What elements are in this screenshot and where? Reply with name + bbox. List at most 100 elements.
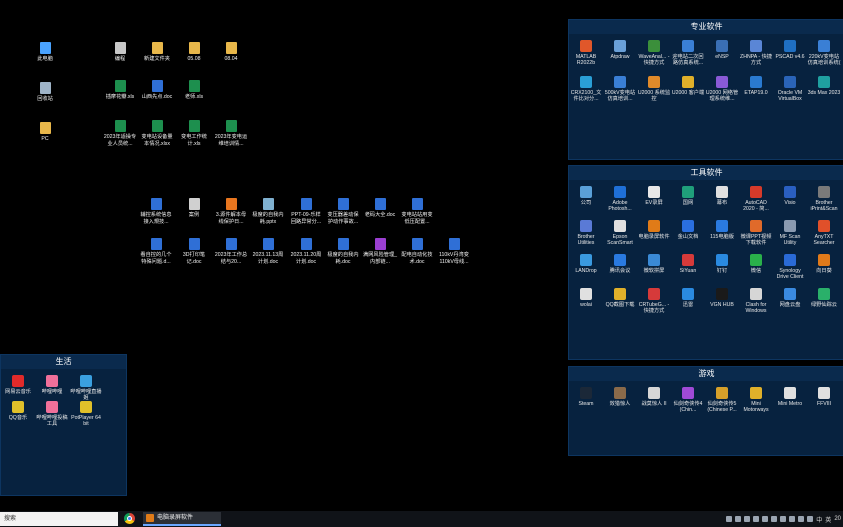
- fence-item[interactable]: 向日葵: [807, 254, 841, 274]
- fence-item[interactable]: EV录屏: [637, 186, 671, 206]
- fence-item[interactable]: QQ音乐: [1, 401, 35, 421]
- desktop-icon[interactable]: 满网风险管理_内部链...: [363, 238, 397, 265]
- fence-item[interactable]: Oracle VM VirtualBox: [773, 76, 807, 103]
- fence-item[interactable]: Brother iPrint&Scan: [807, 186, 841, 213]
- fence-item[interactable]: Brother Utilities: [569, 220, 603, 247]
- desktop-icon[interactable]: 2023年工作总结与20...: [214, 238, 248, 265]
- fence-item[interactable]: VGN HUB: [705, 288, 739, 308]
- desktop-icon[interactable]: 05.08: [177, 42, 211, 63]
- fence-item[interactable]: WaveAnal... - 快捷方式: [637, 40, 671, 67]
- fence-item[interactable]: 哔哩哔哩投稿工具: [35, 401, 69, 428]
- fence-item[interactable]: 钉钉: [705, 254, 739, 274]
- fence-item[interactable]: Visio: [773, 186, 807, 206]
- fence-item[interactable]: Synology Drive Client: [773, 254, 807, 281]
- desktop-icon[interactable]: 08.04: [214, 42, 248, 63]
- fence-item[interactable]: 微软拼屏: [637, 254, 671, 274]
- volume-icon[interactable]: [807, 516, 814, 522]
- desktop-icon[interactable]: 看自控的几个特殊问题.d...: [139, 238, 173, 265]
- desktop-icon[interactable]: 回收站: [28, 82, 62, 103]
- fence-item[interactable]: 3ds Max 2023: [807, 76, 841, 96]
- fence-item[interactable]: SiYuan: [671, 254, 705, 274]
- fence-item[interactable]: ZHNPA - 快捷方式: [739, 40, 773, 67]
- desktop-icon[interactable]: PC: [28, 122, 62, 143]
- fence-item[interactable]: MATLAB R2022b: [569, 40, 603, 67]
- desktop-icon[interactable]: 老码大全.doc: [363, 198, 397, 219]
- fence-item[interactable]: 微课PPT视频下载软件: [739, 220, 773, 247]
- tray-app-icon[interactable]: [762, 516, 769, 522]
- desktop-icon[interactable]: 变电工作统计.xls: [177, 120, 211, 147]
- desktop-icon[interactable]: 案例: [177, 198, 211, 219]
- taskbar-app-recorder[interactable]: 电脑录屏软件: [143, 512, 221, 526]
- fence-item[interactable]: 战莫惊人 II: [637, 387, 671, 407]
- fence-item[interactable]: Adobe Photosh...: [603, 186, 637, 213]
- fence-item[interactable]: 效猎惊人: [603, 387, 637, 407]
- fence-item[interactable]: MF Scan Utility: [773, 220, 807, 247]
- fence-item[interactable]: 500kV变电站仿真培训...: [603, 76, 637, 103]
- desktop-icon[interactable]: 插摩花瓣.xls: [103, 80, 137, 101]
- fence-item[interactable]: 仙剑奇侠传4 (Chin...: [671, 387, 705, 414]
- fence-item[interactable]: eNSP: [705, 40, 739, 60]
- tray-app-icon[interactable]: [780, 516, 787, 522]
- desktop-icon[interactable]: 山西先点.doc: [140, 80, 174, 101]
- taskbar-search-box[interactable]: 搜索: [0, 512, 118, 526]
- desktop-icon[interactable]: 此电脑: [28, 42, 62, 63]
- fence-item[interactable]: Epson ScanSmart: [603, 220, 637, 247]
- fence-item[interactable]: U2000 系统监控: [637, 76, 671, 103]
- desktop-icon[interactable]: 新建文件夹: [140, 42, 174, 63]
- tray-app-icon[interactable]: [789, 516, 796, 522]
- fence-item[interactable]: 115电脑版: [705, 220, 739, 240]
- fence-item[interactable]: AutoCAD 2020 - 简...: [739, 186, 773, 213]
- fence-item[interactable]: ETAP19.0: [739, 76, 773, 96]
- desktop-icon[interactable]: 110kV丹湾变110kV母线...: [437, 238, 471, 265]
- clock[interactable]: 20: [834, 516, 841, 522]
- wifi-icon[interactable]: [798, 516, 805, 522]
- fence-item[interactable]: LANDrop: [569, 254, 603, 274]
- desktop-icon[interactable]: 辅控系统信息接入規技...: [139, 198, 173, 225]
- fence-item[interactable]: 220kV变电站仿真培训系统(: [807, 40, 841, 67]
- fence-item[interactable]: U2000 网络管理系统维...: [705, 76, 739, 103]
- fence-item[interactable]: 仙剑奇侠传5 (Chinese P...: [705, 387, 739, 414]
- fence-item[interactable]: PSCAD v4.6: [773, 40, 807, 60]
- fence-item[interactable]: CRTubeG... - 快捷方式: [637, 288, 671, 315]
- desktop-icon[interactable]: 极度的自我内耗.doc: [326, 238, 360, 265]
- fence-item[interactable]: PotPlayer 64 bit: [69, 401, 103, 428]
- fence-item[interactable]: 微信: [739, 254, 773, 274]
- tray-app-icon[interactable]: [726, 516, 733, 522]
- desktop-icon[interactable]: 配电自动化技术.doc: [400, 238, 434, 265]
- fence-item[interactable]: 绿野仙踪云: [807, 288, 841, 308]
- fence-item[interactable]: AnyTXT Searcher: [807, 220, 841, 247]
- tray-app-icon[interactable]: [735, 516, 742, 522]
- fence-item[interactable]: Steam: [569, 387, 603, 407]
- fence-item[interactable]: 公司: [569, 186, 603, 206]
- tray-app-icon[interactable]: [771, 516, 778, 522]
- fence-item[interactable]: Clash for Windows: [739, 288, 773, 315]
- input-language[interactable]: 中: [816, 515, 822, 524]
- fence-item[interactable]: 哔哩哔哩直播姬: [69, 375, 103, 402]
- desktop-icon[interactable]: 极度的自我内耗.pptx: [251, 198, 285, 225]
- fence-item[interactable]: 幕布: [705, 186, 739, 206]
- desktop-icon[interactable]: 2023.11.13周计划.doc: [251, 238, 285, 265]
- fence-item[interactable]: 国网: [671, 186, 705, 206]
- fence-item[interactable]: wolai: [569, 288, 603, 308]
- fence-item[interactable]: 金山文档: [671, 220, 705, 240]
- fence-item[interactable]: FFVIII: [807, 387, 841, 407]
- tray-app-icon[interactable]: [753, 516, 760, 522]
- input-method[interactable]: 英: [825, 515, 831, 524]
- desktop-icon[interactable]: 编程: [103, 42, 137, 63]
- fence-item[interactable]: 哔哩哔哩: [35, 375, 69, 395]
- desktop-icon[interactable]: 老师.xls: [177, 80, 211, 101]
- fence-item[interactable]: Atpdraw: [603, 40, 637, 60]
- fence-item[interactable]: 网盘云盘: [773, 288, 807, 308]
- fence-item[interactable]: 网易云音乐: [1, 375, 35, 395]
- desktop-icon[interactable]: 变电站设备量本情况.xlsx: [140, 120, 174, 147]
- fence-item[interactable]: CRX2100_文件比对分...: [569, 76, 603, 103]
- fence-item[interactable]: 迎电站二次回路仿真系统...: [671, 40, 705, 67]
- fence-item[interactable]: Mini Motorways: [739, 387, 773, 414]
- desktop-icon[interactable]: PPT-09-乐样回路异常分...: [289, 198, 323, 225]
- desktop-icon[interactable]: 变电站站用变低压配置...: [400, 198, 434, 225]
- fence-item[interactable]: 腾讯会议: [603, 254, 637, 274]
- tray-app-icon[interactable]: [744, 516, 751, 522]
- desktop-icon[interactable]: 2023年适操专业人员统...: [103, 120, 137, 147]
- desktop-icon[interactable]: 变压器差动保护动作事故...: [326, 198, 360, 225]
- fence-item[interactable]: 迅雷: [671, 288, 705, 308]
